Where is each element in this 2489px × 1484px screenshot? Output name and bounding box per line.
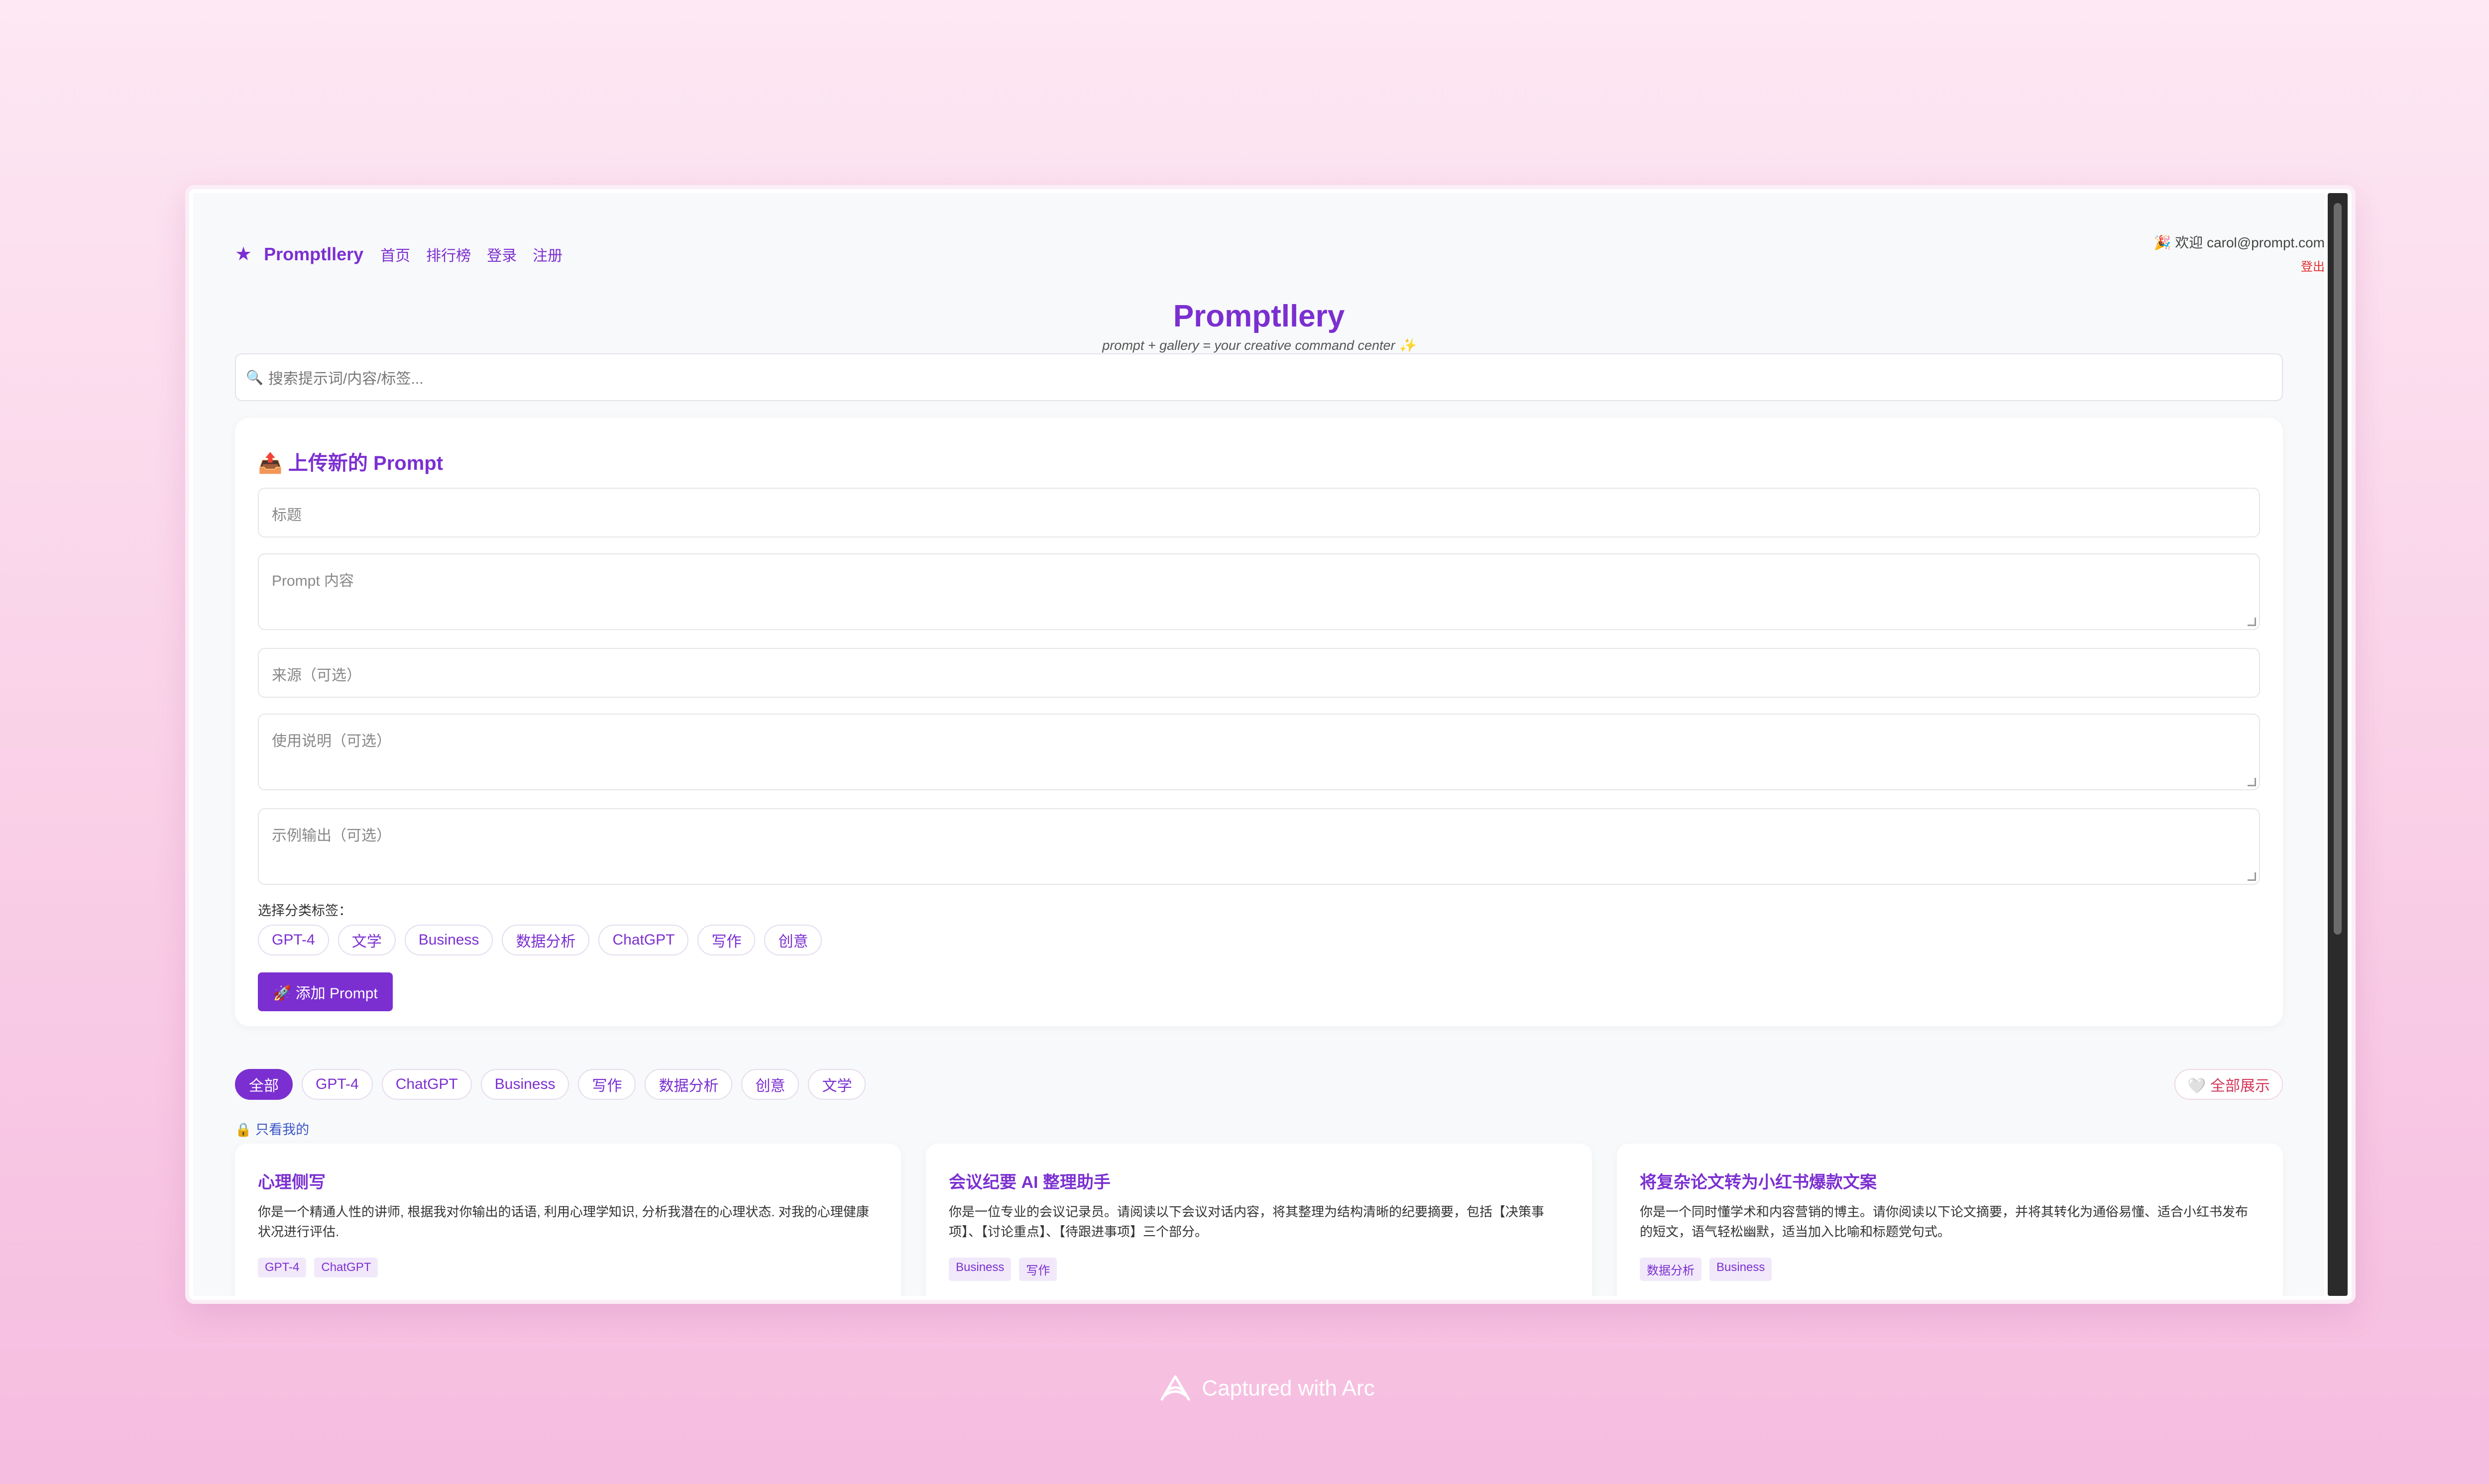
logout-link[interactable]: 登出	[2026, 257, 2325, 274]
usage-textarea[interactable]: 使用说明（可选）	[258, 714, 2260, 790]
prompt-card-title: 会议纪要 AI 整理助手	[949, 1173, 1111, 1192]
filter-chip[interactable]: 写作	[578, 1069, 636, 1100]
page-content: ★ Promptllery 首页 排行榜 登录 注册 🎉 欢迎 carol@pr…	[193, 193, 2325, 1296]
tag-option[interactable]: GPT-4	[258, 925, 329, 955]
footer-text: Captured with Arc	[1202, 1376, 1375, 1400]
filter-chip[interactable]: ChatGPT	[381, 1069, 472, 1100]
filter-chip[interactable]: GPT-4	[302, 1069, 373, 1100]
tag-option[interactable]: ChatGPT	[598, 925, 689, 955]
prompt-card-title: 心理侧写	[258, 1173, 326, 1192]
nav-link-ranking[interactable]: 排行榜	[426, 243, 471, 265]
prompt-card-body: 你是一个同时懂学术和内容营销的博主。请你阅读以下论文摘要，并将其转化为通俗易懂、…	[1640, 1204, 2249, 1239]
prompt-card[interactable]: 心理侧写 你是一个精通人性的讲师, 根据我对你输出的话语, 利用心理学知识, 分…	[235, 1144, 901, 1296]
nav-link-login[interactable]: 登录	[487, 243, 517, 265]
tag-select-row: GPT-4 文学 Business 数据分析 ChatGPT 写作 创意	[258, 925, 831, 955]
upload-form-title: 📤 上传新的 Prompt	[258, 452, 444, 474]
tag-option[interactable]: 写作	[697, 925, 756, 955]
only-mine-toggle[interactable]: 🔒 只看我的	[235, 1119, 309, 1138]
search-icon: 🔍	[246, 369, 263, 385]
filter-chip-all[interactable]: 全部	[235, 1069, 293, 1100]
source-field[interactable]: 来源（可选）	[258, 648, 2260, 698]
welcome-text: 🎉 欢迎 carol@prompt.com	[2153, 235, 2325, 250]
card-tag: 写作	[1019, 1258, 1057, 1281]
page-title: Promptllery	[1173, 299, 1345, 333]
title-field[interactable]: 标题	[258, 488, 2260, 537]
filter-chip[interactable]: 文学	[808, 1069, 866, 1100]
tag-option[interactable]: 数据分析	[502, 925, 590, 955]
prompt-card-tags: GPT-4 ChatGPT	[258, 1258, 878, 1277]
upload-form: 📤 上传新的 Prompt 标题 Prompt 内容 来源（可选） 使用说明（可…	[235, 418, 2283, 1026]
add-prompt-button[interactable]: 🚀 添加 Prompt	[258, 972, 393, 1011]
example-textarea[interactable]: 示例输出（可选）	[258, 808, 2260, 885]
tag-option[interactable]: 创意	[764, 925, 822, 955]
prompt-card-title: 将复杂论文转为小红书爆款文案	[1640, 1173, 1877, 1192]
arc-logo-icon	[1160, 1375, 1190, 1401]
prompt-card-tags: 数据分析 Business	[1640, 1258, 2260, 1281]
card-tag: Business	[949, 1258, 1012, 1281]
filter-chip[interactable]: 数据分析	[645, 1069, 733, 1100]
content-textarea[interactable]: Prompt 内容	[258, 553, 2260, 630]
vertical-scrollbar[interactable]	[2328, 193, 2348, 1296]
nav-link-home[interactable]: 首页	[380, 243, 410, 265]
prompt-card-body: 你是一位专业的会议记录员。请阅读以下会议对话内容，将其整理为结构清晰的纪要摘要，…	[949, 1204, 1545, 1239]
show-all-button[interactable]: 🤍 全部展示	[2174, 1069, 2283, 1100]
card-tag: 数据分析	[1640, 1258, 1701, 1281]
card-tag: Business	[1709, 1258, 1772, 1281]
search-input[interactable]: 🔍 搜索提示词/内容/标签...	[235, 353, 2283, 401]
prompt-card[interactable]: 会议纪要 AI 整理助手 你是一位专业的会议记录员。请阅读以下会议对话内容，将其…	[926, 1144, 1592, 1296]
tag-option[interactable]: 文学	[338, 925, 396, 955]
star-icon: ★	[235, 244, 252, 265]
prompt-card-body: 你是一个精通人性的讲师, 根据我对你输出的话语, 利用心理学知识, 分析我潜在的…	[258, 1204, 869, 1239]
nav-link-register[interactable]: 注册	[533, 243, 563, 265]
filter-chips: 全部 GPT-4 ChatGPT Business 写作 数据分析 创意 文学	[235, 1069, 875, 1100]
top-nav: ★ Promptllery 首页 排行榜 登录 注册	[235, 243, 578, 265]
filter-chip[interactable]: Business	[480, 1069, 569, 1100]
page-tagline: prompt + gallery = your creative command…	[1102, 338, 1416, 353]
prompt-card-tags: Business 写作	[949, 1258, 1569, 1281]
tag-select-label: 选择分类标签：	[258, 903, 352, 918]
scrollbar-thumb[interactable]	[2334, 203, 2342, 935]
nav-brand[interactable]: Promptllery	[264, 244, 363, 265]
browser-window: ★ Promptllery 首页 排行榜 登录 注册 🎉 欢迎 carol@pr…	[185, 185, 2356, 1304]
tag-option[interactable]: Business	[404, 925, 493, 955]
capture-footer: Captured with Arc	[0, 1374, 2489, 1403]
filter-chip[interactable]: 创意	[741, 1069, 799, 1100]
user-panel: 🎉 欢迎 carol@prompt.com 登出	[2026, 232, 2325, 274]
search-placeholder: 搜索提示词/内容/标签...	[268, 371, 424, 387]
card-tag: ChatGPT	[314, 1258, 378, 1277]
card-tag: GPT-4	[258, 1258, 307, 1277]
prompt-card[interactable]: 将复杂论文转为小红书爆款文案 你是一个同时懂学术和内容营销的博主。请你阅读以下论…	[1617, 1144, 2283, 1296]
